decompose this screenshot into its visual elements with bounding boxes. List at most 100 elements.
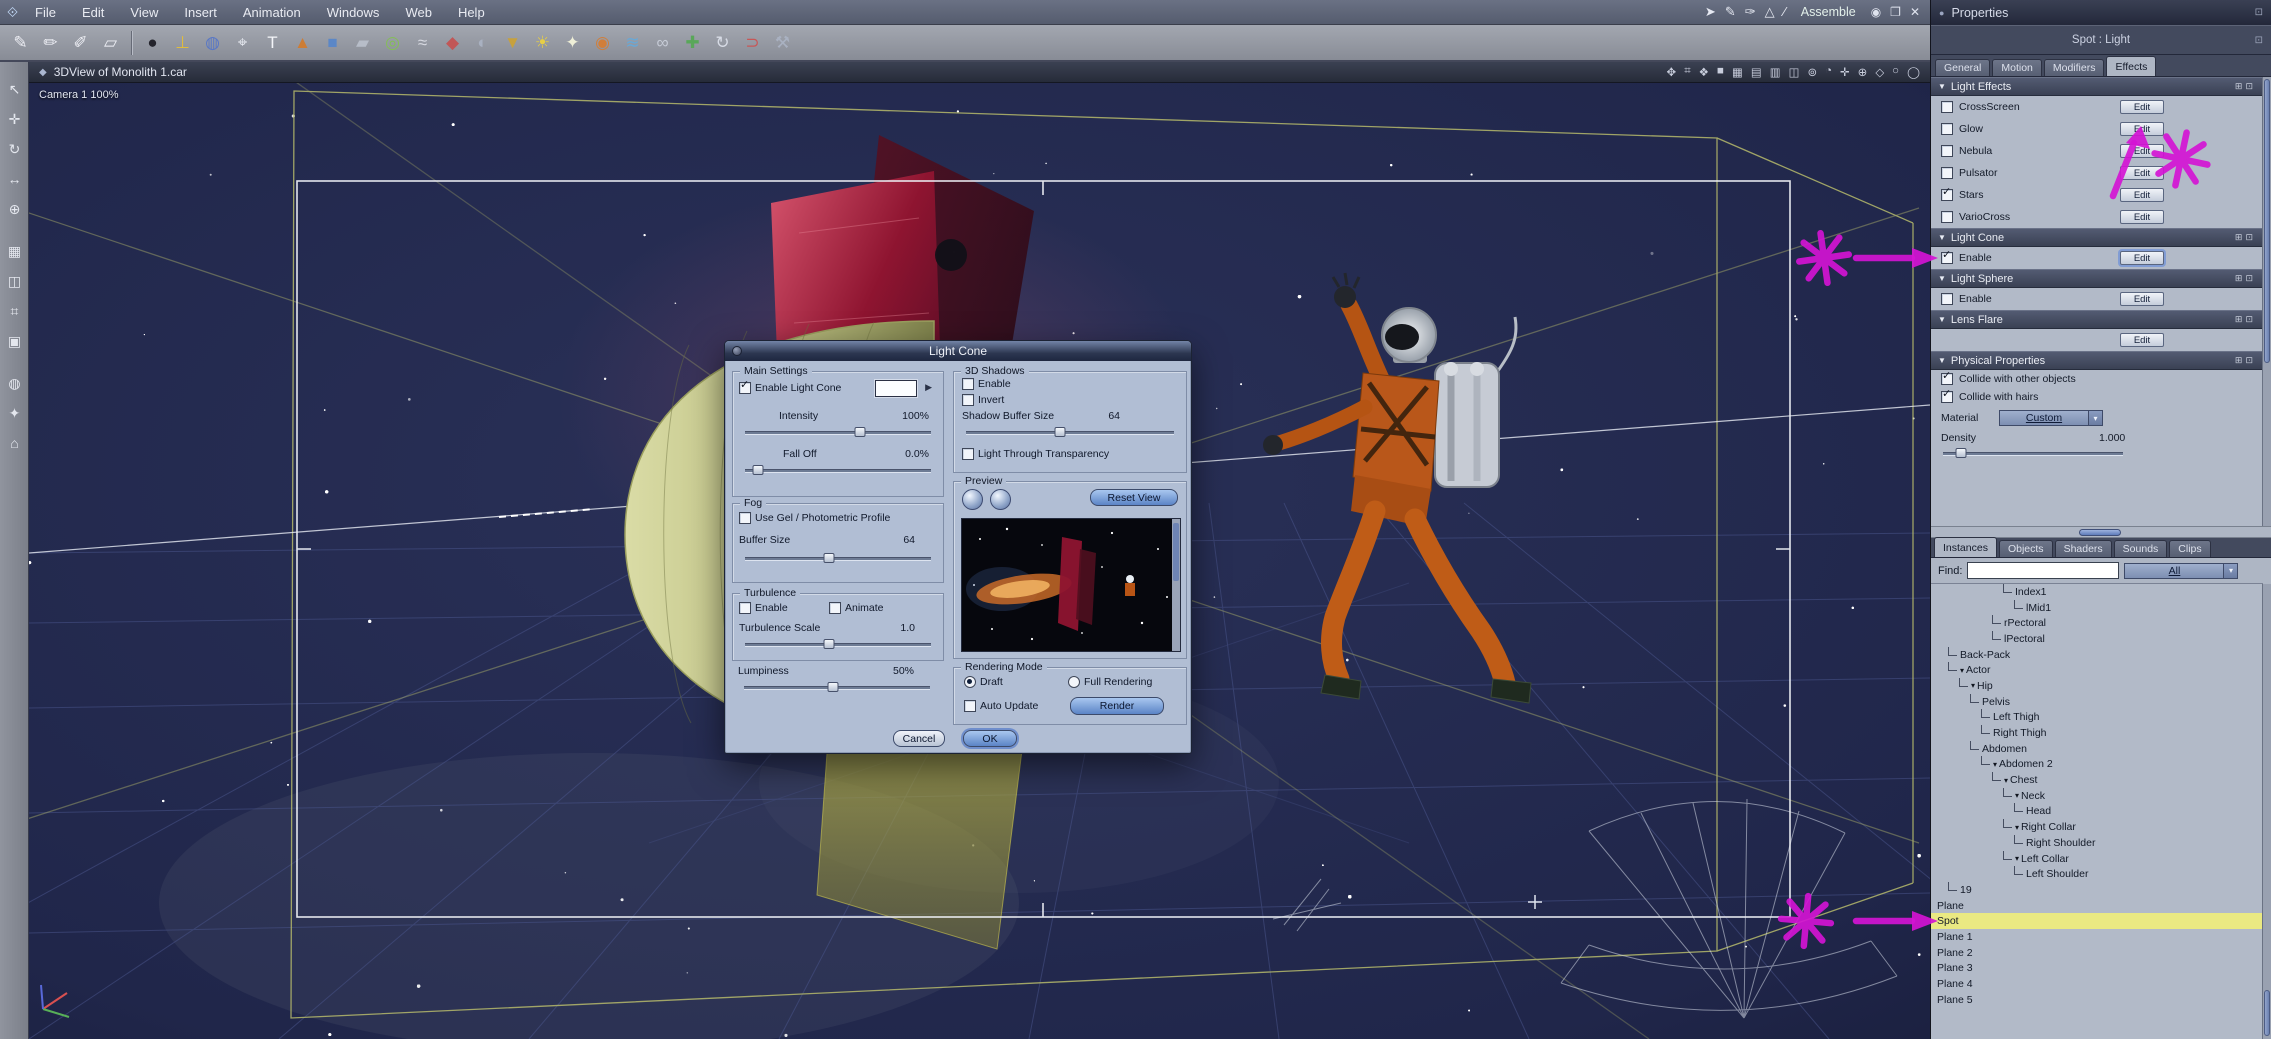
intensity-slider[interactable] (745, 426, 931, 438)
section-light-sphere[interactable]: ▼ Light Sphere ⊞⊡ (1931, 269, 2263, 288)
properties-scrollbar[interactable] (2262, 77, 2271, 526)
view-grid3-icon[interactable]: ▤ (1751, 65, 1762, 79)
section-light-effects[interactable]: ▼ Light Effects ⊞⊡ (1931, 77, 2263, 96)
color-picker-arrow-icon[interactable]: ▶ (925, 382, 932, 393)
magnet-tool-icon[interactable]: ⊃ (738, 29, 767, 57)
ocean-tool-icon[interactable]: ≋ (618, 29, 647, 57)
tree-item-pelvis[interactable]: Pelvis (1931, 693, 2263, 710)
zoom-tool-icon[interactable]: ⊕ (0, 194, 29, 224)
text-tool-icon[interactable]: T (258, 29, 287, 57)
stars-edit-button[interactable]: Edit (2120, 188, 2164, 202)
view-grid2-icon[interactable]: ▦ (1732, 65, 1743, 79)
view-compass-icon[interactable]: ⊕ (1858, 65, 1868, 79)
find-input[interactable] (1967, 562, 2120, 579)
section-header-icons[interactable]: ⊞⊡ (2235, 355, 2256, 366)
expand-arrow-icon[interactable]: ▾ (1993, 760, 1997, 769)
tree-item-right-collar[interactable]: ▾ Right Collar (1931, 819, 2263, 835)
menu-view[interactable]: View (117, 5, 171, 20)
tree-scrollbar[interactable] (2262, 584, 2271, 1039)
tree-item-right-thigh[interactable]: Right Thigh (1931, 725, 2263, 741)
shadows-invert-checkbox[interactable] (962, 394, 974, 406)
menu-animation[interactable]: Animation (230, 5, 314, 20)
expand-arrow-icon[interactable]: ▾ (2015, 823, 2019, 832)
preview-image[interactable] (961, 518, 1181, 652)
glow-checkbox[interactable] (1941, 123, 1953, 135)
collapse-triangle-icon[interactable]: ▼ (1938, 315, 1946, 324)
pointer-tool-icon[interactable]: ➤ (1705, 4, 1716, 20)
view-quad-icon[interactable]: ◫ (1789, 65, 1800, 79)
glow-edit-button[interactable]: Edit (2120, 122, 2164, 136)
menu-web[interactable]: Web (392, 5, 445, 20)
pyramid-tool-icon[interactable]: ▼ (498, 29, 527, 57)
torus-tool-icon[interactable]: ◎ (378, 29, 407, 57)
grid-tool-icon[interactable]: ▦ (0, 236, 29, 266)
shape-draw-icon[interactable]: ▱ (96, 29, 125, 57)
reset-view-button[interactable]: Reset View (1090, 489, 1178, 506)
light-cone-edit-button[interactable]: Edit (2120, 251, 2164, 265)
menu-file[interactable]: File (22, 5, 69, 20)
section-header-icons[interactable]: ⊞⊡ (2235, 81, 2256, 92)
use-gel-checkbox[interactable] (739, 512, 751, 524)
brush-tool-icon[interactable]: ✑ (1745, 4, 1756, 20)
globe-tool-icon[interactable]: ◍ (198, 29, 227, 57)
scrollbar-thumb[interactable] (2264, 79, 2270, 363)
view-quality-icon[interactable]: ✥ (1667, 65, 1677, 79)
full-rendering-radio[interactable] (1068, 676, 1080, 688)
view-single-icon[interactable]: ■ (1717, 65, 1724, 79)
tree-item-lmid1[interactable]: lMid1 (1931, 599, 2263, 616)
expand-arrow-icon[interactable]: ▾ (2015, 791, 2019, 800)
lathe-tool-icon[interactable]: ⊥ (168, 29, 197, 57)
light-sphere-enable-checkbox[interactable] (1941, 293, 1953, 305)
view-globe-icon[interactable]: ◔ (1825, 65, 1832, 79)
menu-insert[interactable]: Insert (171, 5, 230, 20)
paint-brush-icon[interactable]: ✎ (6, 29, 35, 57)
light-cone-enable-checkbox[interactable] (1941, 250, 1953, 264)
section-header-icons[interactable]: ⊞⊡ (2235, 232, 2256, 243)
light-sphere-edit-button[interactable]: Edit (2120, 292, 2164, 306)
menu-help[interactable]: Help (445, 5, 498, 20)
tab-general[interactable]: General (1935, 59, 1991, 76)
find-filter-dropdown[interactable]: All ▾ (2124, 562, 2239, 579)
close-window-icon[interactable]: ✕ (1910, 5, 1920, 19)
tree-item-rpectoral[interactable]: rPectoral (1931, 615, 2263, 631)
stars-checkbox[interactable] (1941, 187, 1953, 201)
lumpiness-slider[interactable] (744, 681, 930, 693)
measure-tool-icon[interactable]: ∕ (1784, 4, 1786, 20)
point-light-tool-icon[interactable]: ✦ (558, 29, 587, 57)
region-render-icon[interactable]: ▣ (0, 326, 29, 356)
collapse-triangle-icon[interactable]: ▼ (1938, 356, 1946, 365)
view-grid4-icon[interactable]: ▥ (1770, 65, 1781, 79)
enable-light-cone-checkbox[interactable] (739, 380, 751, 394)
tree-item-plane-3[interactable]: Plane 3 (1931, 961, 2263, 977)
sun-light-tool-icon[interactable]: ☀ (528, 29, 557, 57)
turbulence-enable-checkbox[interactable] (739, 602, 751, 614)
view-ortho-icon[interactable]: ◯ (1907, 65, 1920, 79)
tab-sounds[interactable]: Sounds (2113, 540, 2168, 557)
light-color-swatch[interactable] (875, 380, 917, 397)
cone-tool-icon[interactable]: ▲ (288, 29, 317, 57)
restore-window-icon[interactable]: ❐ (1890, 5, 1901, 19)
preview-sphere-button[interactable] (962, 489, 983, 510)
move-tool-icon[interactable]: ✛ (0, 104, 29, 134)
pulsator-edit-button[interactable]: Edit (2120, 166, 2164, 180)
collapse-triangle-icon[interactable]: ▼ (1938, 233, 1946, 242)
view-wireframe-icon[interactable]: ⌗ (1684, 65, 1690, 79)
menu-edit[interactable]: Edit (69, 5, 117, 20)
tree-item-plane-1[interactable]: Plane 1 (1931, 929, 2263, 945)
turbulence-scale-slider[interactable] (745, 638, 931, 650)
splitter-grip[interactable] (2079, 529, 2121, 536)
tree-item-back-pack[interactable]: Back-Pack (1931, 646, 2263, 663)
hammer-tool-icon[interactable]: ⚒ (768, 29, 797, 57)
view-cube-icon[interactable]: ◇ (1875, 65, 1884, 79)
expand-arrow-icon[interactable]: ▾ (2004, 776, 2008, 785)
tree-item-right-shoulder[interactable]: Right Shoulder (1931, 834, 2263, 851)
scale-tool-icon[interactable]: ↔ (0, 164, 29, 194)
tree-item-19[interactable]: 19 (1931, 881, 2263, 898)
tree-item-lpectoral[interactable]: lPectoral (1931, 630, 2263, 647)
buffer-size-slider[interactable] (745, 552, 931, 564)
crossscreen-edit-button[interactable]: Edit (2120, 100, 2164, 114)
shadow-buffer-slider[interactable] (966, 426, 1174, 438)
tab-motion[interactable]: Motion (1992, 59, 2042, 76)
tree-item-spot[interactable]: Spot (1931, 913, 2263, 930)
dome-tool-icon[interactable]: ◐ (468, 29, 497, 57)
